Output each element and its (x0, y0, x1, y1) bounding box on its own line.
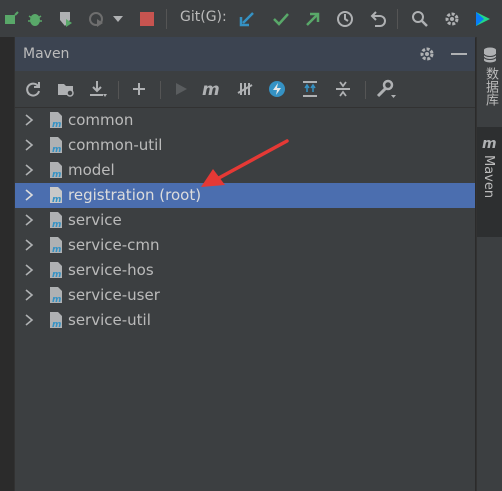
plugin-icon[interactable] (472, 8, 494, 30)
push-icon[interactable] (302, 8, 324, 30)
debug-icon[interactable] (24, 8, 46, 30)
maven-module-icon: m (50, 187, 62, 204)
chevron-right-icon[interactable] (22, 313, 36, 327)
svg-text:m: m (52, 220, 61, 229)
svg-text:m: m (52, 320, 61, 329)
tree-item[interactable]: m service (15, 208, 475, 233)
editor-gutter (0, 37, 15, 491)
maven-module-icon: m (50, 137, 62, 154)
svg-text:m: m (52, 170, 61, 179)
database-tab-label: 数据库 (483, 67, 498, 106)
tree-item-label: registration (root) (68, 186, 202, 204)
panel-header: Maven (15, 37, 475, 71)
maven-module-icon: m (50, 312, 62, 329)
tree-item-label: service (68, 211, 122, 229)
maven-module-icon: m (50, 287, 62, 304)
generate-sources-icon[interactable] (55, 78, 77, 100)
chevron-right-icon[interactable] (22, 113, 36, 127)
settings-icon[interactable] (441, 8, 463, 30)
svg-text:m: m (52, 295, 61, 304)
tree-item[interactable]: m service-hos (15, 258, 475, 283)
svg-text:m: m (52, 245, 61, 254)
panel-title: Maven (23, 46, 70, 62)
maven-module-icon: m (50, 262, 62, 279)
git-label: Git(G): (180, 9, 227, 25)
chevron-right-icon[interactable] (22, 288, 36, 302)
execute-goal-icon[interactable]: m (201, 78, 223, 100)
build-icon[interactable] (0, 8, 22, 30)
maven-tab-label: Maven (481, 155, 496, 199)
svg-text:m: m (482, 136, 497, 151)
stop-icon[interactable] (136, 8, 158, 30)
chevron-right-icon[interactable] (22, 163, 36, 177)
reload-icon[interactable] (22, 78, 44, 100)
tree-item[interactable]: m service-util (15, 308, 475, 333)
svg-text:m: m (52, 120, 61, 129)
chevron-right-icon[interactable] (22, 238, 36, 252)
maven-toolbar: m (15, 71, 475, 108)
tree-item[interactable]: m common (15, 108, 475, 133)
tree-item[interactable]: m service-user (15, 283, 475, 308)
svg-text:m: m (52, 195, 61, 204)
svg-text:m: m (52, 145, 61, 154)
minimize-icon[interactable] (451, 53, 467, 55)
toolbar-separator (166, 9, 167, 29)
coverage-icon[interactable] (55, 8, 77, 30)
download-icon[interactable] (87, 78, 109, 100)
main-toolbar: Git(G): (0, 0, 502, 38)
tree-item-label: service-user (68, 286, 160, 304)
toolbar-separator (118, 81, 119, 99)
chevron-right-icon[interactable] (22, 188, 36, 202)
maven-module-icon: m (50, 237, 62, 254)
show-dependencies-icon[interactable] (299, 78, 321, 100)
toolbar-separator (160, 81, 161, 99)
annotation-arrow (201, 139, 289, 187)
panel-settings-icon[interactable] (417, 44, 437, 64)
tree-item-label: common (68, 111, 134, 129)
maven-settings-icon[interactable] (375, 78, 397, 100)
maven-panel: Maven m m common m common-util m model m… (15, 37, 475, 491)
maven-icon: m (482, 136, 497, 151)
dropdown-icon[interactable] (111, 8, 125, 30)
tree-item-label: model (68, 161, 115, 179)
chevron-right-icon[interactable] (22, 263, 36, 277)
toolbar-separator (397, 9, 398, 29)
right-tool-strip: 数据库 m Maven (476, 37, 502, 491)
search-icon[interactable] (409, 8, 431, 30)
rollback-icon[interactable] (367, 8, 389, 30)
tree-item-label: service-util (68, 311, 151, 329)
collapse-all-icon[interactable] (332, 78, 354, 100)
database-tab[interactable]: 数据库 (477, 43, 502, 123)
tree-item-label: service-cmn (68, 236, 160, 254)
profile-icon[interactable] (85, 8, 107, 30)
history-icon[interactable] (334, 8, 356, 30)
svg-text:m: m (52, 270, 61, 279)
maven-module-icon: m (50, 112, 62, 129)
skip-tests-icon[interactable] (266, 78, 288, 100)
tree-item-label: service-hos (68, 261, 154, 279)
maven-module-icon: m (50, 162, 62, 179)
maven-module-icon: m (50, 212, 62, 229)
update-project-icon[interactable] (236, 8, 258, 30)
chevron-right-icon[interactable] (22, 138, 36, 152)
maven-tab[interactable]: m Maven (477, 127, 502, 237)
commit-icon[interactable] (270, 8, 292, 30)
run-icon[interactable] (170, 78, 192, 100)
toggle-offline-icon[interactable] (234, 78, 256, 100)
add-icon[interactable] (128, 78, 150, 100)
chevron-right-icon[interactable] (22, 213, 36, 227)
tree-item[interactable]: m service-cmn (15, 233, 475, 258)
svg-text:m: m (202, 81, 220, 97)
tree-item-label: common-util (68, 136, 163, 154)
toolbar-separator (365, 81, 366, 99)
database-icon (483, 47, 497, 63)
